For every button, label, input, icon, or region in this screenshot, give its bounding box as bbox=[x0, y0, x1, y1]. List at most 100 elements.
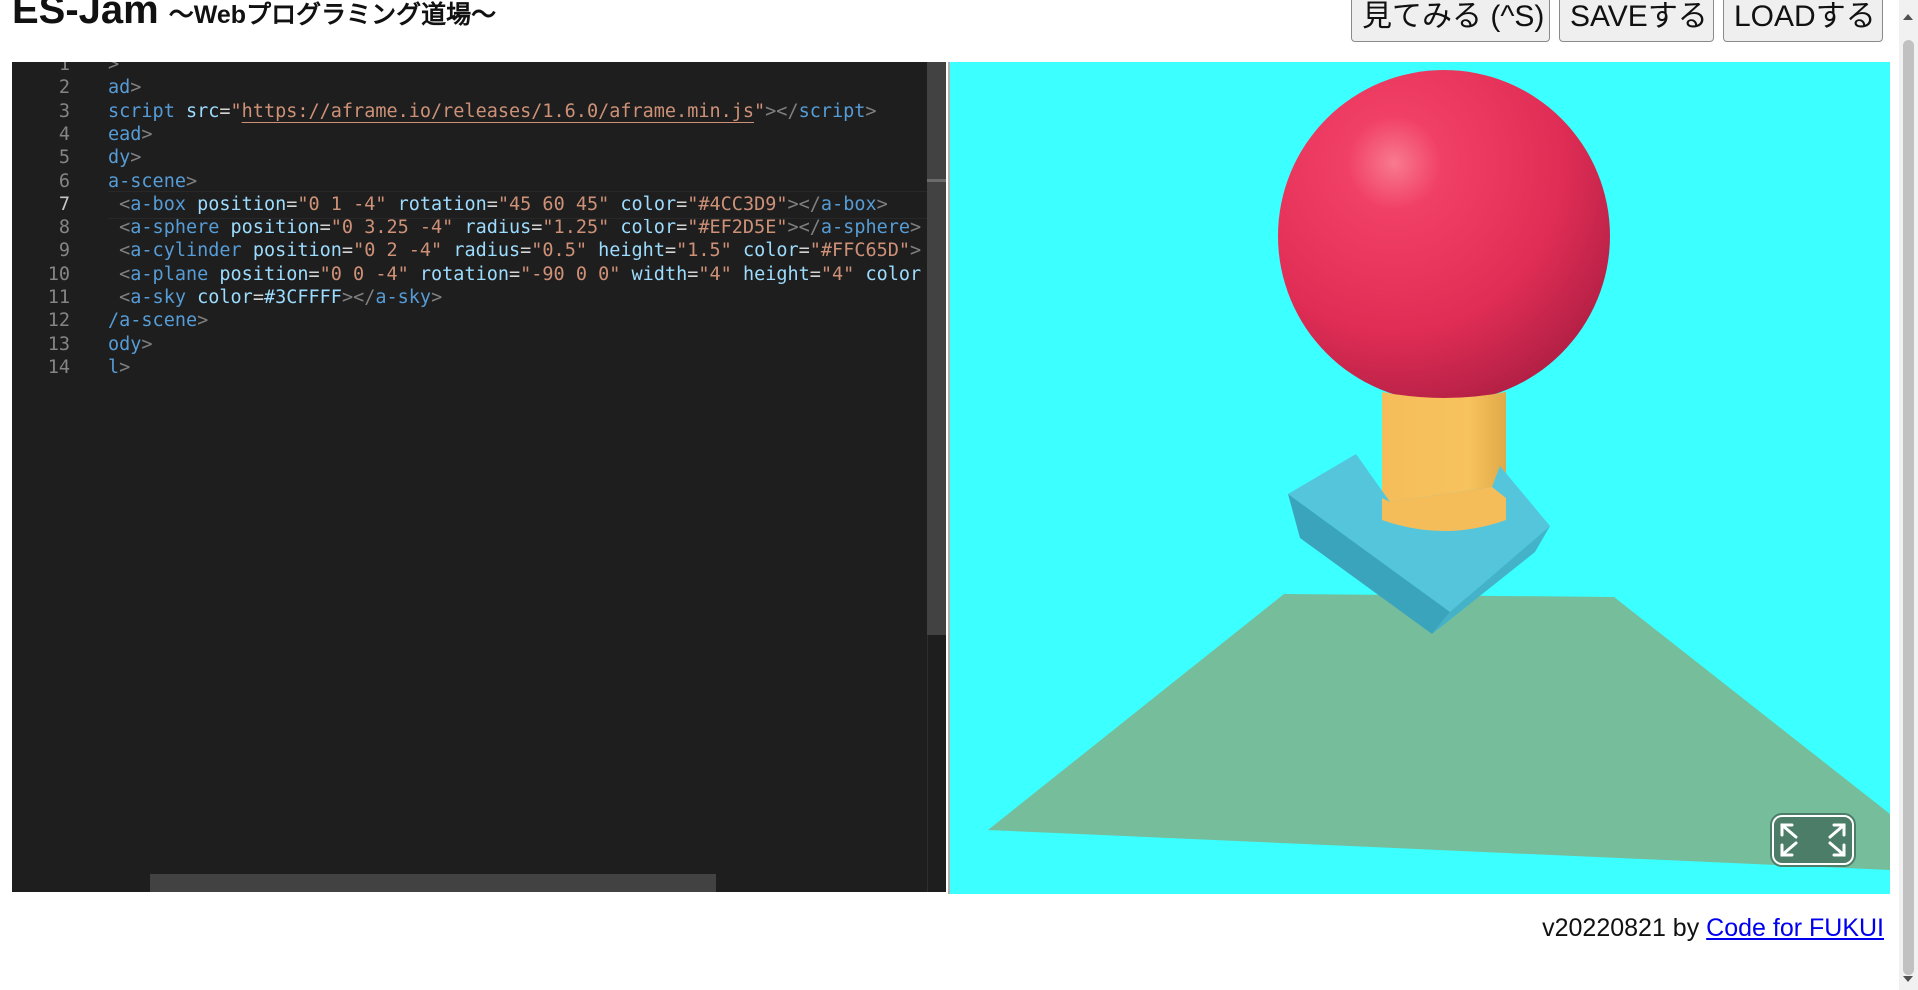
code-token: "#4CC3D9" bbox=[687, 193, 788, 215]
code-token: "#FFC65D" bbox=[809, 240, 911, 262]
code-token: ></ bbox=[787, 193, 821, 215]
footer: v20220821 by Code for FUKUI bbox=[1542, 914, 1884, 943]
editor-vertical-scroll-thumb[interactable] bbox=[927, 62, 946, 635]
code-token: = bbox=[687, 263, 699, 285]
scene-preview[interactable] bbox=[948, 62, 1890, 894]
app-subtitle: ～Webプログラミング道場～ bbox=[168, 1, 497, 29]
code-token: a-scene bbox=[108, 170, 186, 192]
code-token: color bbox=[865, 263, 922, 285]
code-token: "0.5" bbox=[531, 240, 587, 262]
scroll-up-arrow-icon[interactable] bbox=[1903, 14, 1913, 20]
run-button[interactable]: 見てみる (^S) bbox=[1351, 0, 1550, 42]
code-token: > bbox=[130, 77, 142, 99]
code-token: https://aframe.io/releases/1.6.0/aframe.… bbox=[241, 100, 755, 122]
code-token: a-box bbox=[820, 193, 877, 215]
code-token: "1.25" bbox=[542, 217, 610, 239]
code-token: = bbox=[676, 193, 688, 215]
code-token: > bbox=[141, 123, 153, 145]
scroll-down-arrow-icon[interactable] bbox=[1903, 976, 1913, 982]
code-token: > bbox=[185, 170, 198, 192]
app-title-text: ES-Jam bbox=[12, 0, 159, 32]
code-editor[interactable]: 14 l> 13 ody> 12/a-scene> 11 <a-sky color=#3C… bbox=[12, 62, 946, 892]
fullscreen-button[interactable] bbox=[1772, 815, 1854, 865]
code-token: ></ bbox=[765, 100, 799, 122]
fullscreen-icon bbox=[1780, 823, 1846, 857]
code-token: > bbox=[130, 147, 142, 169]
code-token: = bbox=[219, 100, 231, 122]
code-for-fukui-link[interactable]: Code for FUKUI bbox=[1706, 914, 1884, 942]
code-line[interactable]: 1 > bbox=[12, 62, 946, 79]
load-button[interactable]: LOADする bbox=[1723, 0, 1883, 42]
editor-scroll-cursor-marker bbox=[927, 179, 946, 182]
code-token: "-90 0 0" bbox=[520, 263, 621, 285]
red-sphere bbox=[1278, 70, 1610, 402]
code-token: "4" bbox=[820, 263, 855, 285]
code-token: > bbox=[910, 217, 922, 239]
code-token: > bbox=[876, 193, 888, 215]
code-token: ody bbox=[108, 333, 142, 355]
code-token: l bbox=[108, 356, 120, 378]
code-token: a-sphere bbox=[130, 217, 220, 239]
code-token: radius bbox=[464, 217, 532, 239]
line-number: 1 bbox=[58, 62, 70, 75]
scene-canvas bbox=[988, 70, 1890, 870]
code-token: > bbox=[141, 333, 153, 355]
code-token: position bbox=[252, 240, 342, 262]
code-token: > bbox=[431, 287, 443, 308]
code-token: color bbox=[620, 217, 677, 239]
code-token: rotation bbox=[397, 193, 487, 215]
ground-plane bbox=[988, 594, 1890, 870]
code-token: rotation bbox=[419, 263, 509, 285]
code-token: a-plane bbox=[130, 263, 209, 285]
code-token: < bbox=[119, 217, 131, 239]
code-token: a-box bbox=[130, 193, 186, 215]
code-token: dy bbox=[108, 147, 131, 169]
code-token: "45 60 45" bbox=[497, 193, 610, 215]
code-token: ead bbox=[108, 123, 142, 145]
version-text: v20220821 by bbox=[1542, 914, 1707, 942]
save-button[interactable]: SAVEする bbox=[1559, 0, 1714, 42]
code-token: height bbox=[598, 240, 665, 262]
code-token: radius bbox=[453, 240, 521, 262]
code-token: " bbox=[754, 100, 766, 122]
code-token: "0 1 -4" bbox=[297, 193, 387, 215]
code-token: < bbox=[119, 193, 131, 215]
code-token: > bbox=[119, 356, 131, 378]
code-token: color bbox=[742, 240, 799, 262]
code-token: ></ bbox=[341, 287, 376, 308]
code-token: > bbox=[197, 310, 209, 332]
code-token: = bbox=[486, 193, 498, 215]
code-token: = bbox=[531, 217, 543, 239]
code-token: a-sky bbox=[375, 287, 432, 308]
line-code: > bbox=[108, 62, 119, 79]
code-token: a-cylinder bbox=[130, 240, 242, 262]
code-token: position bbox=[230, 217, 320, 239]
code-token: < bbox=[119, 263, 131, 285]
editor-horizontal-scroll-thumb[interactable] bbox=[150, 874, 716, 892]
code-token: "0 2 -4" bbox=[353, 240, 443, 262]
code-token: script bbox=[798, 100, 866, 122]
code-token: #3CFFFF bbox=[263, 287, 342, 308]
code-token: = bbox=[809, 263, 821, 285]
code-token: /a-scene bbox=[108, 310, 198, 332]
code-token: < bbox=[119, 240, 131, 262]
code-token: = bbox=[798, 240, 810, 262]
page-scroll-thumb[interactable] bbox=[1903, 40, 1914, 975]
code-token: = bbox=[664, 240, 677, 262]
